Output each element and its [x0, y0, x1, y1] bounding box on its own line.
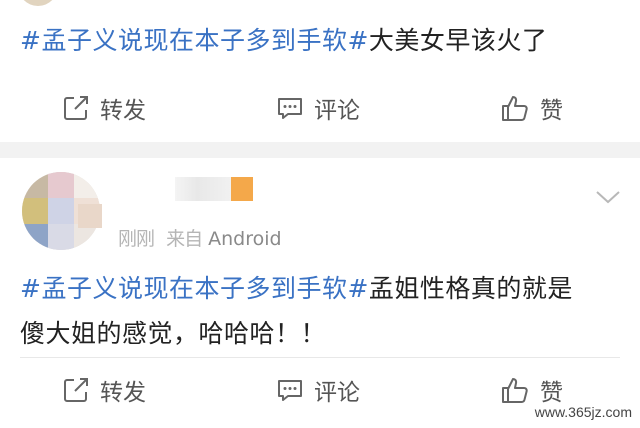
post-meta: 刚刚 来自 Android: [118, 224, 282, 251]
avatar[interactable]: [18, 0, 58, 6]
post-source[interactable]: Android: [208, 228, 281, 250]
repost-button[interactable]: 转发: [62, 76, 146, 140]
comment-icon: [276, 376, 304, 404]
repost-icon: [62, 94, 90, 122]
repost-label: 转发: [100, 98, 146, 124]
watermark: www.365jz.com: [534, 404, 632, 420]
post-body: 孟姐性格真的就是: [368, 274, 573, 303]
topic-hashtag[interactable]: #孟子义说现在本子多到手软#: [20, 274, 369, 303]
comment-icon: [276, 94, 304, 122]
username[interactable]: [175, 177, 231, 201]
like-label: 赞: [540, 98, 563, 124]
comment-button[interactable]: 评论: [276, 358, 360, 422]
avatar-decoration: [78, 204, 102, 228]
thumbs-up-icon: [500, 375, 530, 405]
repost-icon: [62, 376, 90, 404]
topic-hashtag[interactable]: #孟子义说现在本子多到手软#: [20, 26, 369, 55]
like-button[interactable]: 赞: [500, 76, 563, 140]
post-text: #孟子义说现在本子多到手软#大美女早该火了: [20, 18, 547, 63]
repost-label: 转发: [100, 380, 146, 406]
comment-label: 评论: [314, 380, 360, 406]
like-label: 赞: [540, 380, 563, 406]
comment-button[interactable]: 评论: [276, 76, 360, 140]
post-body: 傻大姐的感觉，哈哈哈！！: [20, 319, 327, 348]
post-text: #孟子义说现在本子多到手软#孟姐性格真的就是傻大姐的感觉，哈哈哈！！: [20, 266, 573, 356]
post-time: 刚刚: [118, 228, 155, 250]
chevron-down-icon[interactable]: [594, 188, 622, 210]
source-prefix: 来自: [166, 228, 203, 250]
user-badge: [231, 177, 253, 201]
feed-divider: [0, 142, 640, 158]
post-body: 大美女早该火了: [368, 26, 548, 55]
thumbs-up-icon: [500, 93, 530, 123]
comment-label: 评论: [314, 98, 360, 124]
repost-button[interactable]: 转发: [62, 358, 146, 422]
